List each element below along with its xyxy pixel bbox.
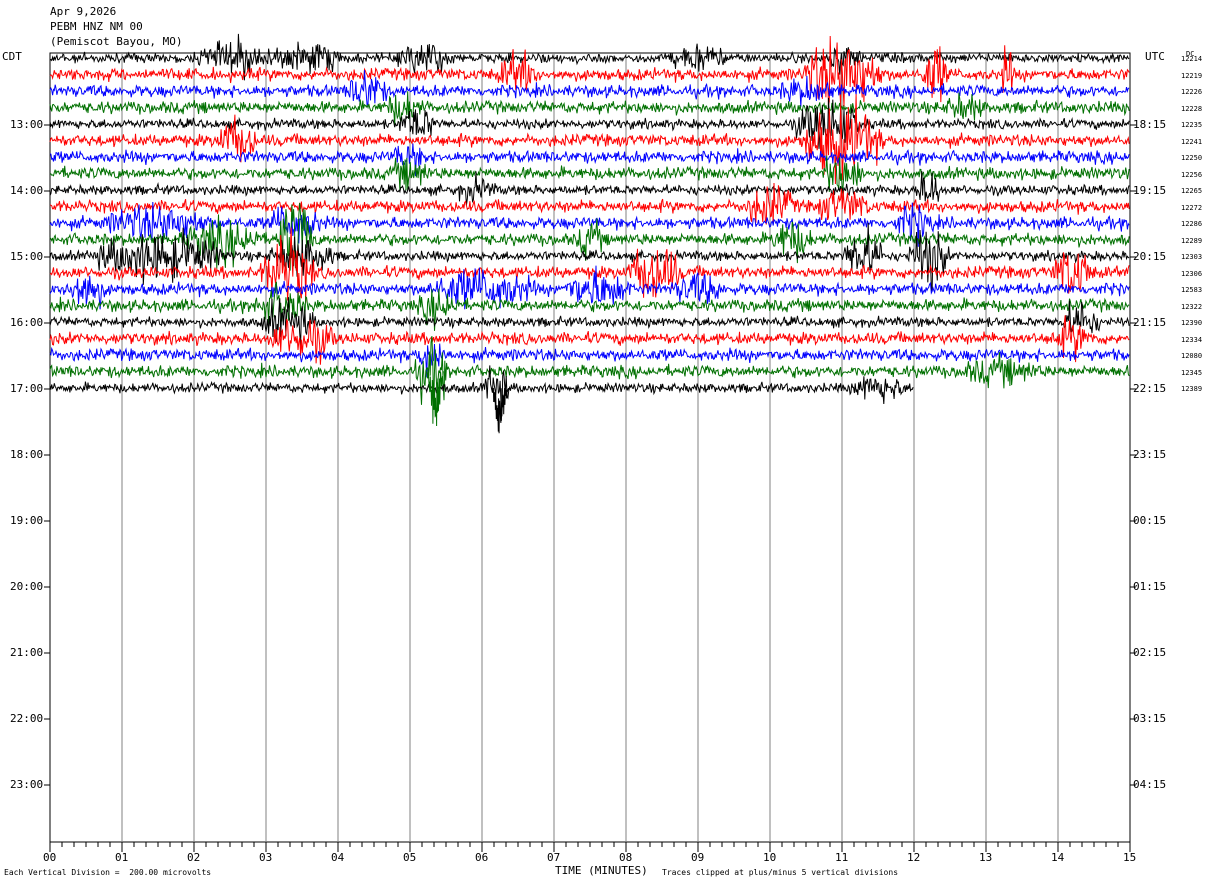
dc-offset-label: 12306 (1181, 269, 1203, 278)
x-tick-label: 07 (547, 851, 561, 864)
dc-offset-label: 12235 (1181, 121, 1203, 129)
right-hour-label: 01:15 (1133, 580, 1167, 593)
x-tick-label: 14 (1051, 851, 1065, 864)
left-hour-label: 14:00 (10, 184, 44, 197)
left-hour-label: 23:00 (10, 778, 44, 791)
seismic-event (491, 387, 510, 434)
dc-offset-label: 12583 (1181, 286, 1203, 294)
x-axis-title: TIME (MINUTES) (555, 864, 648, 877)
left-hour-label: 22:00 (10, 712, 44, 725)
x-tick-label: 05 (403, 851, 417, 864)
dc-offset-label: 12286 (1181, 220, 1203, 228)
right-hour-label: 23:15 (1133, 448, 1167, 461)
dc-offset-label: 12241 (1181, 137, 1203, 146)
x-tick-label: 12 (907, 851, 921, 864)
dc-offset-label: 12334 (1181, 335, 1203, 344)
x-tick-label: 13 (979, 851, 993, 864)
left-hour-label: 18:00 (10, 448, 44, 461)
x-tick-label: 09 (691, 851, 705, 864)
seismic-trace (49, 35, 1130, 107)
dc-offset-label: 12080 (1181, 352, 1203, 360)
dc-offset-label: 12265 (1181, 187, 1203, 195)
right-hour-label: 04:15 (1133, 778, 1167, 791)
dc-offset-label: 12272 (1181, 203, 1203, 212)
clip-note: Traces clipped at plus/minus 5 vertical … (662, 868, 899, 877)
dc-offset-label: 12303 (1181, 253, 1203, 261)
dc-offset-label: 12390 (1181, 319, 1203, 327)
x-tick-label: 03 (259, 851, 273, 864)
x-tick-label: 08 (619, 851, 633, 864)
left-hour-label: 19:00 (10, 514, 44, 527)
dc-offset-label: 12345 (1181, 368, 1203, 377)
seismic-trace (49, 336, 1130, 407)
dc-offset-label: 12289 (1181, 236, 1203, 245)
dc-offset-label: 12214 (1181, 55, 1203, 63)
division-note: Each Vertical Division = 200.00 microvol… (4, 868, 212, 877)
right-hour-label: 21:15 (1133, 316, 1167, 329)
x-tick-label: 01 (115, 851, 129, 864)
dc-offset-label: 12256 (1181, 170, 1203, 179)
x-tick-label: 04 (331, 851, 345, 864)
x-tick-label: 11 (835, 851, 849, 864)
x-tick-label: 10 (763, 851, 777, 864)
left-hour-label: 21:00 (10, 646, 44, 659)
dc-offset-label: 12226 (1181, 88, 1203, 96)
dc-offset-label: 12219 (1181, 71, 1203, 80)
left-hour-label: 17:00 (10, 382, 44, 395)
right-hour-label: 00:15 (1133, 514, 1167, 527)
x-tick-label: 02 (187, 851, 201, 864)
seismic-trace (49, 91, 1130, 126)
right-hour-label: 03:15 (1133, 712, 1167, 725)
seismogram-plot (44, 33, 1136, 852)
right-hour-label: 02:15 (1133, 646, 1167, 659)
right-hour-label: 20:15 (1133, 250, 1167, 263)
dc-offset-label: 12389 (1181, 385, 1203, 393)
seismic-trace (49, 202, 1130, 271)
seismic-trace (49, 155, 1130, 194)
dc-offset-label: 12250 (1181, 154, 1203, 162)
right-hour-label: 19:15 (1133, 184, 1167, 197)
right-hour-label: 18:15 (1133, 118, 1167, 131)
left-hour-label: 20:00 (10, 580, 44, 593)
left-hour-label: 15:00 (10, 250, 44, 263)
x-tick-label: 15 (1123, 851, 1137, 864)
seismic-event (426, 371, 445, 427)
x-tick-label: 00 (43, 851, 57, 864)
left-hour-label: 16:00 (10, 316, 44, 329)
x-tick-label: 06 (475, 851, 489, 864)
dc-offset-label: 12228 (1181, 104, 1203, 113)
left-hour-label: 13:00 (10, 118, 44, 131)
right-hour-label: 22:15 (1133, 382, 1167, 395)
dc-offset-label: 12322 (1181, 302, 1203, 311)
